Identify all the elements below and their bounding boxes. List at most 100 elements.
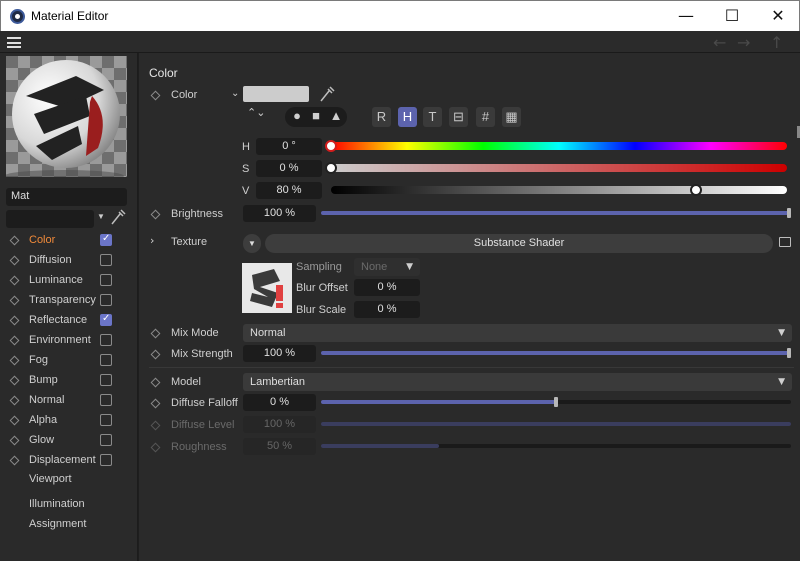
keyframe-diamond-icon[interactable] <box>150 377 161 388</box>
blur-scale-field[interactable]: 0 % <box>354 301 420 318</box>
keyframe-diamond-icon[interactable] <box>9 275 20 286</box>
color-swatch[interactable] <box>243 86 309 102</box>
hamburger-menu-icon[interactable] <box>7 37 21 48</box>
keyframe-diamond-icon[interactable] <box>150 328 161 339</box>
eyedropper-icon[interactable] <box>319 86 335 106</box>
blur-offset-field[interactable]: 0 % <box>354 279 420 296</box>
channel-label[interactable]: Fog <box>29 354 48 366</box>
saturation-slider-knob[interactable] <box>325 162 337 174</box>
hue-slider[interactable] <box>331 142 787 150</box>
channel-label[interactable]: Alpha <box>29 414 57 426</box>
kelvin-mode-button[interactable]: T <box>423 107 442 127</box>
channel-checkbox[interactable] <box>100 254 112 266</box>
color-wheel-icon[interactable]: ● <box>290 107 304 125</box>
keyframe-diamond-icon[interactable] <box>9 375 20 386</box>
channel-checkbox[interactable] <box>100 313 112 326</box>
swatches-mode-button[interactable]: ▦ <box>502 107 521 127</box>
chevron-right-icon[interactable]: › <box>150 234 154 247</box>
keyframe-diamond-icon[interactable] <box>150 90 161 101</box>
brightness-field[interactable]: 100 % <box>243 205 316 222</box>
value-slider-knob[interactable] <box>689 184 702 196</box>
value-slider[interactable] <box>331 186 787 194</box>
mix-strength-field[interactable]: 100 % <box>243 345 316 362</box>
channel-transparency[interactable]: Transparency <box>0 291 138 311</box>
channel-fog[interactable]: Fog <box>0 351 138 371</box>
channel-label[interactable]: Displacement <box>29 454 96 466</box>
channel-bump[interactable]: Bump <box>0 371 138 391</box>
channel-label[interactable]: Environment <box>29 334 91 346</box>
hex-mode-button[interactable]: # <box>476 107 495 127</box>
channel-label[interactable]: Reflectance <box>29 314 87 326</box>
value-field[interactable]: 80 % <box>256 182 322 199</box>
sidebar-item-viewport[interactable]: Viewport <box>29 473 72 485</box>
brightness-slider-knob[interactable] <box>787 208 791 218</box>
channel-checkbox[interactable] <box>100 374 112 386</box>
hsv-mode-button[interactable]: H <box>398 107 417 127</box>
chevron-down-icon[interactable]: ⌄ <box>231 88 239 99</box>
model-dropdown[interactable]: Lambertian ▼ <box>243 373 792 391</box>
maximize-button[interactable]: ☐ <box>709 1 755 31</box>
channel-label[interactable]: Normal <box>29 394 64 406</box>
minimize-button[interactable]: — <box>663 1 709 31</box>
channel-checkbox[interactable] <box>100 434 112 446</box>
substance-shader-button[interactable]: Substance Shader <box>265 234 773 253</box>
eyedropper-icon[interactable] <box>110 208 126 226</box>
diffuse-falloff-slider-knob[interactable] <box>554 397 558 407</box>
channel-glow[interactable]: Glow <box>0 431 138 451</box>
keyframe-diamond-icon[interactable] <box>9 295 20 306</box>
chevron-down-icon[interactable]: ▼ <box>97 212 105 221</box>
image-picker-icon[interactable]: ▲ <box>327 107 345 125</box>
sidebar-item-assignment[interactable]: Assignment <box>29 518 86 530</box>
substance-shader-thumbnail[interactable] <box>242 263 292 313</box>
collapse-icon[interactable]: ⌃⌄ <box>247 106 265 119</box>
keyframe-diamond-icon[interactable] <box>9 455 20 466</box>
rgb-mode-button[interactable]: R <box>372 107 391 127</box>
channel-alpha[interactable]: Alpha <box>0 411 138 431</box>
keyframe-diamond-icon[interactable] <box>9 315 20 326</box>
channel-reflectance[interactable]: Reflectance <box>0 311 138 331</box>
channel-diffusion[interactable]: Diffusion <box>0 251 138 271</box>
channel-label[interactable]: Bump <box>29 374 58 386</box>
channel-checkbox[interactable] <box>100 414 112 426</box>
mix-strength-slider-knob[interactable] <box>787 348 791 358</box>
channel-environment[interactable]: Environment <box>0 331 138 351</box>
channel-label[interactable]: Diffusion <box>29 254 72 266</box>
keyframe-diamond-icon[interactable] <box>9 335 20 346</box>
keyframe-diamond-icon[interactable] <box>150 398 161 409</box>
channel-checkbox[interactable] <box>100 294 112 306</box>
saturation-slider[interactable] <box>331 164 787 172</box>
mixer-mode-button[interactable]: ⊟ <box>449 107 468 127</box>
keyframe-diamond-icon[interactable] <box>9 415 20 426</box>
channel-checkbox[interactable] <box>100 394 112 406</box>
hue-field[interactable]: 0 ° <box>256 138 322 155</box>
texture-menu-button[interactable]: ▼ <box>243 234 261 253</box>
keyframe-diamond-icon[interactable] <box>9 435 20 446</box>
keyframe-diamond-icon[interactable] <box>150 209 161 220</box>
channel-checkbox[interactable] <box>100 233 112 246</box>
folder-icon[interactable] <box>779 237 791 247</box>
up-arrow-icon[interactable]: ↑ <box>770 33 783 52</box>
channel-label[interactable]: Luminance <box>29 274 83 286</box>
brightness-slider[interactable] <box>321 211 791 215</box>
channel-label[interactable]: Glow <box>29 434 54 446</box>
sidebar-item-illumination[interactable]: Illumination <box>29 498 85 510</box>
channel-checkbox[interactable] <box>100 274 112 286</box>
channel-checkbox[interactable] <box>100 354 112 366</box>
channel-color[interactable]: Color <box>0 231 138 251</box>
channel-displacement[interactable]: Displacement <box>0 451 138 471</box>
channel-normal[interactable]: Normal <box>0 391 138 411</box>
channel-label[interactable]: Transparency <box>29 294 96 306</box>
keyframe-diamond-icon[interactable] <box>9 395 20 406</box>
back-arrow-icon[interactable]: ← <box>713 33 726 52</box>
material-preview[interactable] <box>6 56 127 177</box>
keyframe-diamond-icon[interactable] <box>9 235 20 246</box>
material-layer-dropdown[interactable] <box>6 210 94 228</box>
channel-label[interactable]: Color <box>29 234 55 246</box>
diffuse-falloff-field[interactable]: 0 % <box>243 394 316 411</box>
hue-slider-knob[interactable] <box>325 140 337 152</box>
channel-luminance[interactable]: Luminance <box>0 271 138 291</box>
keyframe-diamond-icon[interactable] <box>150 349 161 360</box>
forward-arrow-icon[interactable]: → <box>737 33 750 52</box>
mix-strength-slider[interactable] <box>321 351 791 355</box>
keyframe-diamond-icon[interactable] <box>9 255 20 266</box>
